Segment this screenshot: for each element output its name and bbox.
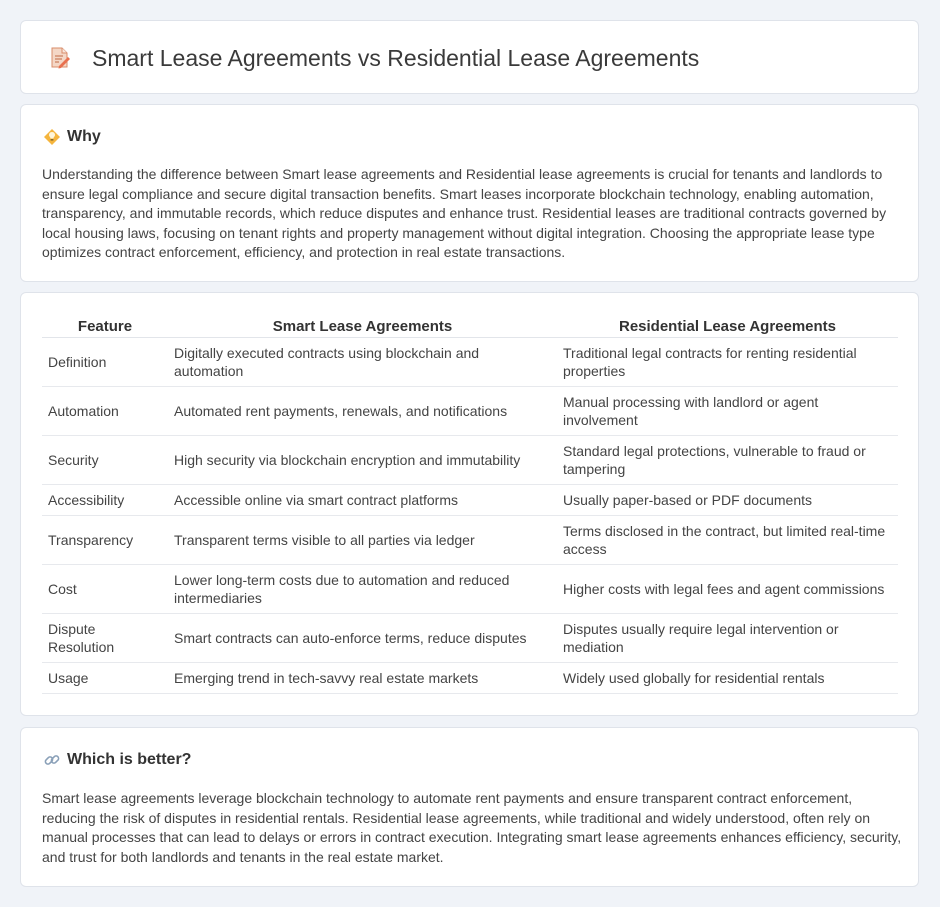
table-row: Accessibility Accessible online via smar… [42, 484, 898, 516]
cell-residential: Higher costs with legal fees and agent c… [557, 564, 898, 614]
table-row: Automation Automated rent payments, rene… [42, 386, 898, 436]
table-row: Dispute Resolution Smart contracts can a… [42, 613, 898, 663]
why-section: Why Understanding the difference between… [20, 104, 919, 282]
better-heading: Which is better? [67, 751, 192, 768]
better-text: Smart lease agreements leverage blockcha… [42, 790, 902, 865]
cell-feature: Dispute Resolution [42, 613, 168, 663]
document-edit-icon [51, 47, 70, 69]
cell-smart: Digitally executed contracts using block… [168, 337, 557, 387]
table-row: Security High security via blockchain en… [42, 435, 898, 485]
table-row: Cost Lower long-term costs due to automa… [42, 564, 898, 614]
link-icon [44, 755, 60, 765]
which-is-better-section: Which is better? Smart lease agreements … [20, 727, 919, 887]
cell-smart: High security via blockchain encryption … [168, 435, 557, 485]
table-header-row: Feature Smart Lease Agreements Residenti… [42, 315, 898, 338]
cell-smart: Transparent terms visible to all parties… [168, 515, 557, 565]
header-residential: Residential Lease Agreements [557, 315, 898, 338]
cell-feature: Definition [42, 337, 168, 387]
why-heading: Why [67, 128, 101, 145]
cell-smart: Emerging trend in tech-savvy real estate… [168, 662, 557, 694]
header-feature: Feature [42, 315, 168, 338]
cell-smart: Automated rent payments, renewals, and n… [168, 386, 557, 436]
comparison-section: Feature Smart Lease Agreements Residenti… [20, 292, 919, 716]
table-row: Usage Emerging trend in tech-savvy real … [42, 662, 898, 694]
page-title: Smart Lease Agreements vs Residential Le… [92, 45, 700, 71]
cell-smart: Smart contracts can auto-enforce terms, … [168, 613, 557, 663]
header-smart: Smart Lease Agreements [168, 315, 557, 338]
cell-feature: Cost [42, 564, 168, 614]
why-text: Understanding the difference between Sma… [42, 166, 887, 261]
cell-smart: Accessible online via smart contract pla… [168, 484, 557, 516]
cell-feature: Transparency [42, 515, 168, 565]
cell-residential: Usually paper-based or PDF documents [557, 484, 898, 516]
cell-residential: Standard legal protections, vulnerable t… [557, 435, 898, 485]
cell-feature: Accessibility [42, 484, 168, 516]
table-row: Transparency Transparent terms visible t… [42, 515, 898, 565]
cell-feature: Security [42, 435, 168, 485]
table-row: Definition Digitally executed contracts … [42, 337, 898, 387]
cell-feature: Automation [42, 386, 168, 436]
cell-residential: Disputes usually require legal intervent… [557, 613, 898, 663]
cell-residential: Manual processing with landlord or agent… [557, 386, 898, 436]
cell-feature: Usage [42, 662, 168, 694]
cell-residential: Traditional legal contracts for renting … [557, 337, 898, 387]
cell-smart: Lower long-term costs due to automation … [168, 564, 557, 614]
header-card: Smart Lease Agreements vs Residential Le… [20, 20, 919, 94]
lightbulb-icon [44, 129, 60, 145]
comparison-table: Feature Smart Lease Agreements Residenti… [42, 315, 898, 694]
cell-residential: Terms disclosed in the contract, but lim… [557, 515, 898, 565]
cell-residential: Widely used globally for residential ren… [557, 662, 898, 694]
